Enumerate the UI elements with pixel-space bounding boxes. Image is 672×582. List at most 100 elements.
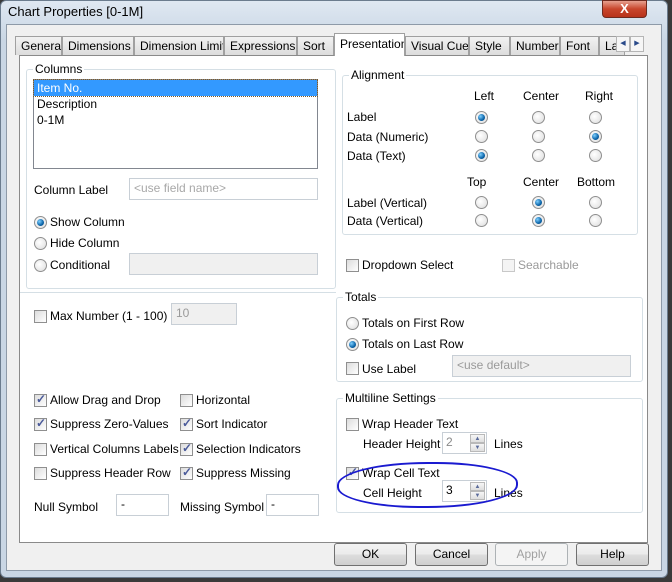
tab-sort[interactable]: Sort bbox=[297, 36, 334, 55]
tab-general[interactable]: General bbox=[15, 36, 62, 55]
missing-symbol-label: Missing Symbol bbox=[180, 500, 265, 514]
tab-strip: General Dimensions Dimension Limits Expr… bbox=[15, 33, 645, 56]
totals-last-row-radio[interactable] bbox=[346, 338, 359, 351]
title-bar[interactable]: Chart Properties [0-1M] X bbox=[1, 0, 667, 23]
spin-up-icon[interactable]: ▲ bbox=[470, 434, 485, 443]
horizontal-checkbox[interactable] bbox=[180, 394, 193, 407]
data-text-center-radio[interactable] bbox=[532, 149, 545, 162]
selection-indicators-label: Selection Indicators bbox=[196, 442, 301, 456]
spin-up-icon[interactable]: ▲ bbox=[470, 482, 485, 491]
tab-expressions[interactable]: Expressions bbox=[224, 36, 297, 55]
help-button[interactable]: Help bbox=[576, 543, 649, 566]
data-numeric-right-radio[interactable] bbox=[589, 130, 602, 143]
allow-drag-drop-checkbox[interactable] bbox=[34, 392, 47, 407]
hide-column-label: Hide Column bbox=[50, 236, 120, 250]
tab-presentation[interactable]: Presentation bbox=[334, 33, 405, 56]
header-top: Top bbox=[467, 175, 487, 189]
wrap-cell-checkbox[interactable] bbox=[346, 465, 359, 480]
dropdown-select-checkbox[interactable] bbox=[346, 259, 359, 272]
data-vertical-center-radio[interactable] bbox=[532, 214, 545, 227]
sort-indicator-label: Sort Indicator bbox=[196, 417, 268, 431]
use-label-label: Use Label bbox=[362, 362, 417, 376]
data-vertical-bottom-radio[interactable] bbox=[589, 214, 602, 227]
suppress-zero-values-label: Suppress Zero-Values bbox=[50, 417, 169, 431]
show-column-label: Show Column bbox=[50, 215, 125, 229]
list-item[interactable]: 0-1M bbox=[34, 112, 317, 128]
window-title: Chart Properties [0-1M] bbox=[8, 4, 144, 19]
data-text-align-text: Data (Text) bbox=[347, 149, 406, 163]
suppress-missing-checkbox[interactable] bbox=[180, 465, 193, 480]
data-vertical-top-radio[interactable] bbox=[475, 214, 488, 227]
totals-first-row-label: Totals on First Row bbox=[362, 316, 465, 330]
presentation-page: Columns Item No. Description 0-1M Column… bbox=[19, 55, 648, 543]
list-item[interactable]: Item No. bbox=[33, 79, 318, 97]
data-numeric-left-radio[interactable] bbox=[475, 130, 488, 143]
label-right-radio[interactable] bbox=[589, 111, 602, 124]
searchable-checkbox[interactable] bbox=[502, 259, 515, 272]
wrap-header-checkbox[interactable] bbox=[346, 418, 359, 431]
columns-group-label: Columns bbox=[33, 62, 85, 76]
close-button[interactable]: X bbox=[602, 0, 647, 18]
data-vertical-text: Data (Vertical) bbox=[347, 214, 424, 228]
label-vertical-text: Label (Vertical) bbox=[347, 196, 428, 210]
show-column-radio[interactable] bbox=[34, 216, 47, 229]
use-label-checkbox[interactable] bbox=[346, 362, 359, 375]
max-number-input[interactable]: 10 bbox=[171, 303, 237, 325]
header-height-spinner[interactable]: 2 ▲ ▼ bbox=[442, 432, 487, 454]
cell-height-label: Cell Height bbox=[363, 486, 422, 500]
header-bottom: Bottom bbox=[577, 175, 616, 189]
vertical-columns-labels-checkbox[interactable] bbox=[34, 443, 47, 456]
spin-down-icon[interactable]: ▼ bbox=[470, 491, 485, 500]
max-number-checkbox[interactable] bbox=[34, 310, 47, 323]
list-item[interactable]: Description bbox=[34, 96, 317, 112]
header-right: Right bbox=[585, 89, 614, 103]
wrap-header-label: Wrap Header Text bbox=[362, 417, 459, 431]
label-vertical-top-radio[interactable] bbox=[475, 196, 488, 209]
searchable-label: Searchable bbox=[518, 258, 579, 272]
header-vcenter: Center bbox=[523, 175, 560, 189]
data-numeric-center-radio[interactable] bbox=[532, 130, 545, 143]
data-numeric-align-text: Data (Numeric) bbox=[347, 130, 429, 144]
apply-button[interactable]: Apply bbox=[495, 543, 568, 566]
column-label-input[interactable]: <use field name> bbox=[129, 178, 318, 200]
totals-first-row-radio[interactable] bbox=[346, 317, 359, 330]
cell-height-spinner[interactable]: 3 ▲ ▼ bbox=[442, 480, 487, 502]
columns-listbox[interactable]: Item No. Description 0-1M bbox=[33, 79, 318, 169]
allow-drag-drop-label: Allow Drag and Drop bbox=[50, 393, 161, 407]
label-vertical-center-radio[interactable] bbox=[532, 196, 545, 209]
hide-column-radio[interactable] bbox=[34, 237, 47, 250]
null-symbol-label: Null Symbol bbox=[34, 500, 99, 514]
tab-scroll-right-icon[interactable]: ▶ bbox=[630, 36, 644, 52]
tab-dimension-limits[interactable]: Dimension Limits bbox=[134, 36, 224, 55]
ok-button[interactable]: OK bbox=[334, 543, 407, 566]
missing-symbol-input[interactable]: - bbox=[266, 494, 319, 516]
null-symbol-input[interactable]: - bbox=[116, 494, 169, 516]
spin-down-icon[interactable]: ▼ bbox=[470, 443, 485, 452]
data-text-left-radio[interactable] bbox=[475, 149, 488, 162]
tab-font[interactable]: Font bbox=[560, 36, 599, 55]
tab-style[interactable]: Style bbox=[469, 36, 510, 55]
chart-properties-dialog: Chart Properties [0-1M] X General Dimens… bbox=[0, 0, 668, 578]
label-vertical-bottom-radio[interactable] bbox=[589, 196, 602, 209]
tab-visual-cues[interactable]: Visual Cues bbox=[405, 36, 469, 55]
data-text-right-radio[interactable] bbox=[589, 149, 602, 162]
header-center: Center bbox=[523, 89, 560, 103]
tab-dimensions[interactable]: Dimensions bbox=[62, 36, 134, 55]
tab-scroll-left-icon[interactable]: ◀ bbox=[616, 36, 630, 52]
cancel-button[interactable]: Cancel bbox=[415, 543, 488, 566]
label-center-radio[interactable] bbox=[532, 111, 545, 124]
sort-indicator-checkbox[interactable] bbox=[180, 416, 193, 431]
selection-indicators-checkbox[interactable] bbox=[180, 441, 193, 456]
totals-label-input[interactable]: <use default> bbox=[452, 355, 631, 377]
conditional-input[interactable] bbox=[129, 253, 318, 275]
tab-number[interactable]: Number bbox=[510, 36, 560, 55]
vertical-columns-labels-label: Vertical Columns Labels bbox=[50, 442, 179, 456]
cell-height-value: 3 bbox=[446, 483, 453, 497]
label-left-radio[interactable] bbox=[475, 111, 488, 124]
max-number-label: Max Number (1 - 100) bbox=[50, 309, 168, 323]
suppress-missing-label: Suppress Missing bbox=[196, 466, 291, 480]
suppress-zero-values-checkbox[interactable] bbox=[34, 416, 47, 431]
dropdown-select-label: Dropdown Select bbox=[362, 258, 454, 272]
conditional-radio[interactable] bbox=[34, 259, 47, 272]
suppress-header-row-checkbox[interactable] bbox=[34, 467, 47, 480]
